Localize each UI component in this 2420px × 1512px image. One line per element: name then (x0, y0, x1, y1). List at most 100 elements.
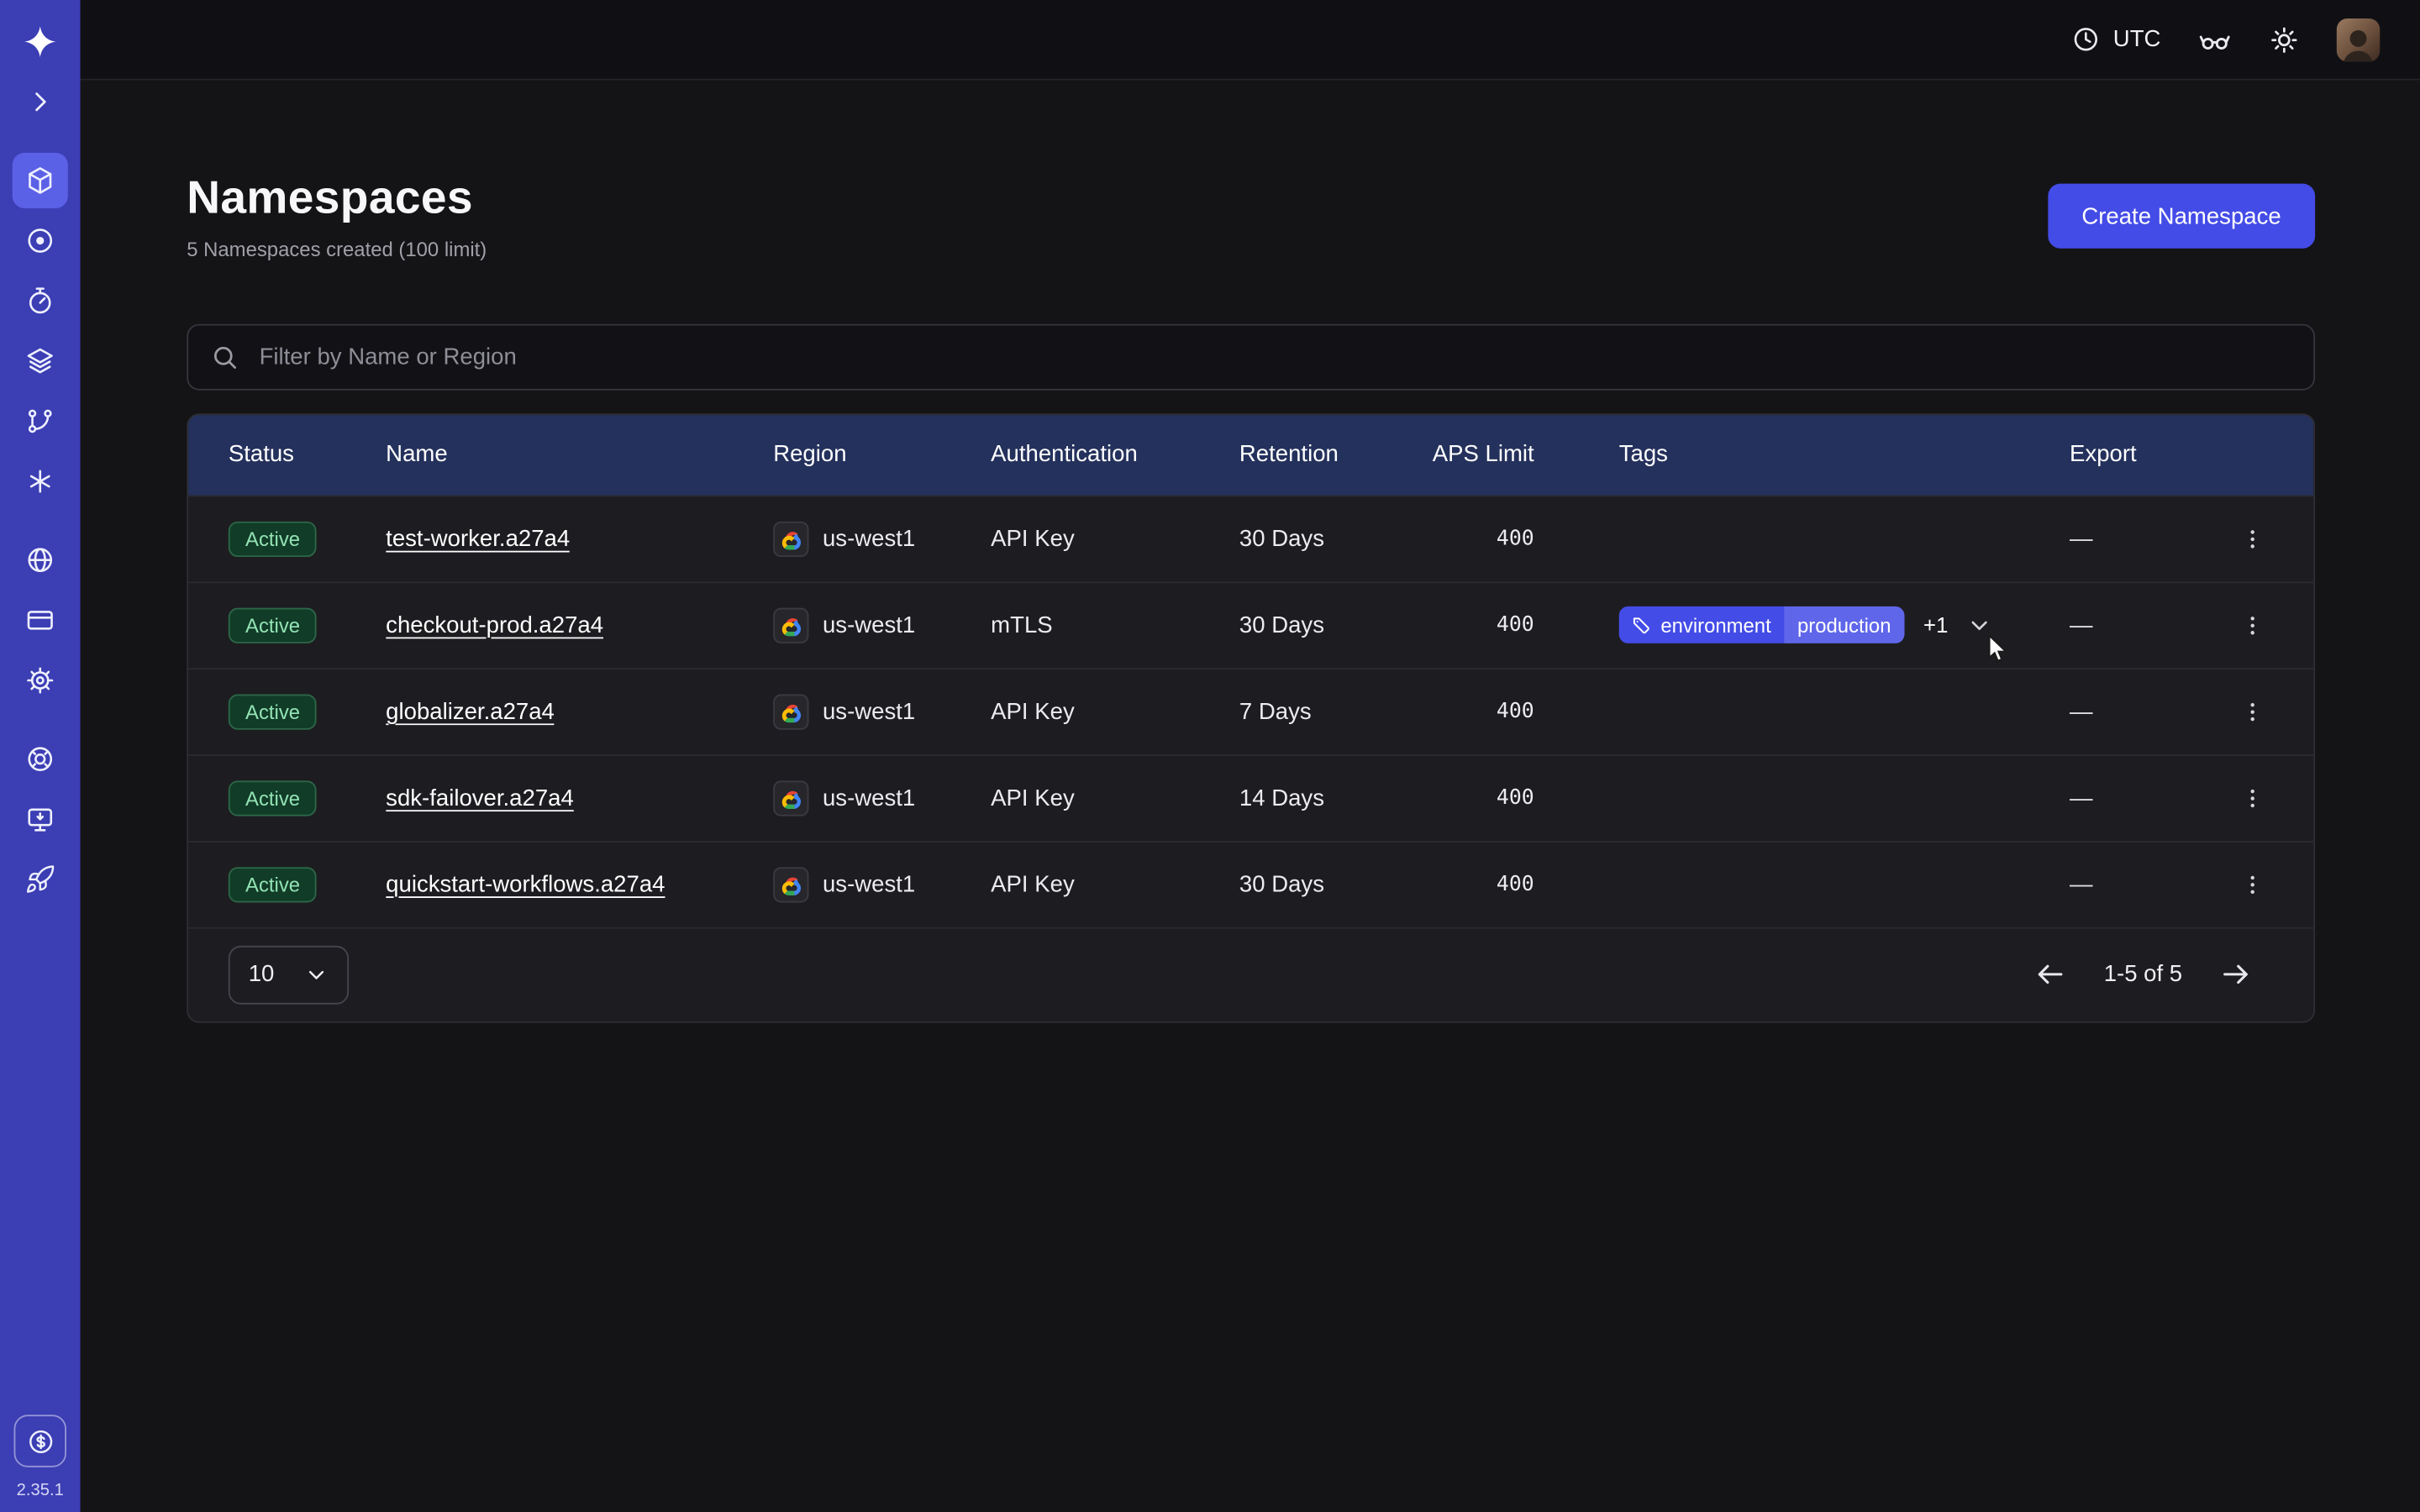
sun-icon[interactable] (2269, 24, 2300, 55)
sidebar-item-connectivity[interactable] (13, 454, 68, 509)
previous-page-button[interactable] (2034, 958, 2067, 991)
namespace-link[interactable]: quickstart-workflows.a27a4 (386, 871, 665, 897)
sidebar-item-support[interactable] (13, 732, 68, 787)
retention-cell: 30 Days (1239, 612, 1431, 638)
auth-cell: API Key (991, 698, 1239, 724)
export-cell: — (2070, 612, 2208, 638)
timezone-selector[interactable]: UTC (2071, 24, 2160, 54)
gcp-icon (773, 780, 808, 815)
page-size-value: 10 (249, 961, 275, 987)
gcp-icon (773, 521, 808, 556)
row-menu-button[interactable] (2230, 864, 2275, 903)
tags-cell: environment production +1 (1619, 606, 2070, 643)
sidebar-item-layers[interactable] (13, 333, 68, 389)
aps-cell: 400 (1431, 699, 1619, 723)
page-header: Namespaces 5 Namespaces created (100 lim… (187, 173, 2315, 260)
row-menu-button[interactable] (2230, 692, 2275, 731)
sidebar-item-settings[interactable] (13, 653, 68, 708)
sidebar-item-regions[interactable] (13, 533, 68, 588)
create-namespace-button[interactable]: Create Namespace (2048, 184, 2315, 249)
gcp-icon (773, 866, 808, 901)
gcp-icon (773, 607, 808, 643)
sidebar-item-nexus[interactable] (13, 213, 68, 268)
column-tags: Tags (1619, 441, 2070, 467)
next-page-button[interactable] (2219, 958, 2252, 991)
usage-icon[interactable] (14, 1415, 66, 1467)
export-cell: — (2070, 871, 2208, 897)
table-row: Active checkout-prod.a27a4 us-west1 mTLS… (188, 581, 2313, 668)
search-icon (210, 342, 239, 371)
namespace-link[interactable]: test-worker.a27a4 (386, 525, 570, 551)
namespace-link[interactable]: sdk-failover.a27a4 (386, 785, 574, 811)
temporal-logo-icon[interactable] (13, 14, 68, 70)
sidebar-expand-chevron-icon[interactable] (13, 74, 68, 129)
table-row: Active sdk-failover.a27a4 us-west1 API K… (188, 753, 2313, 840)
page-title: Namespaces (187, 173, 487, 226)
aps-cell: 400 (1431, 872, 1619, 896)
main-content: Namespaces 5 Namespaces created (100 lim… (81, 81, 2420, 1512)
aps-cell: 400 (1431, 612, 1619, 637)
region-label: us-west1 (823, 525, 915, 551)
avatar[interactable] (2337, 18, 2380, 60)
filter-input[interactable] (256, 342, 2292, 371)
page-size-select[interactable]: 10 (229, 945, 349, 1004)
namespace-link[interactable]: globalizer.a27a4 (386, 698, 555, 724)
retention-cell: 30 Days (1239, 525, 1431, 551)
retention-cell: 30 Days (1239, 871, 1431, 897)
auth-cell: mTLS (991, 612, 1239, 638)
app-window: 2.35.1 UTC Namespaces 5 Namespaces creat… (0, 0, 2420, 1512)
column-authentication: Authentication (991, 441, 1239, 467)
column-region: Region (773, 441, 991, 467)
tag-value-label: production (1783, 606, 1905, 643)
gcp-icon (773, 694, 808, 729)
status-badge: Active (229, 780, 317, 815)
sidebar-item-schedules[interactable] (13, 273, 68, 328)
tag-key-label: environment (1660, 613, 1770, 637)
sidebar-item-billing[interactable] (13, 592, 68, 648)
namespaces-table: Status Name Region Authentication Retent… (187, 412, 2315, 1022)
topbar: UTC (81, 0, 2420, 81)
aps-cell: 400 (1431, 785, 1619, 810)
pagination-range: 1-5 of 5 (2104, 961, 2182, 987)
status-badge: Active (229, 694, 317, 729)
sidebar: 2.35.1 (0, 0, 81, 1512)
column-name: Name (386, 441, 773, 467)
table-body: Active test-worker.a27a4 us-west1 API Ke… (188, 495, 2313, 927)
page-subtitle: 5 Namespaces created (100 limit) (187, 237, 487, 260)
export-cell: — (2070, 525, 2208, 551)
table-row: Active quickstart-workflows.a27a4 us-wes… (188, 840, 2313, 927)
tag-chip[interactable]: environment production (1619, 606, 1905, 643)
region-label: us-west1 (823, 785, 915, 811)
retention-cell: 14 Days (1239, 785, 1431, 811)
region-label: us-west1 (823, 871, 915, 897)
row-menu-button[interactable] (2230, 519, 2275, 558)
tag-icon (1631, 615, 1651, 635)
table-footer: 10 1-5 of 5 (188, 927, 2313, 1021)
auth-cell: API Key (991, 525, 1239, 551)
export-cell: — (2070, 785, 2208, 811)
glasses-icon[interactable] (2198, 23, 2232, 56)
timezone-label: UTC (2113, 26, 2161, 52)
sidebar-item-quickstart[interactable] (13, 852, 68, 907)
region-label: us-west1 (823, 698, 915, 724)
column-retention: Retention (1239, 441, 1431, 467)
auth-cell: API Key (991, 871, 1239, 897)
status-badge: Active (229, 866, 317, 901)
status-badge: Active (229, 607, 317, 643)
row-menu-button[interactable] (2230, 606, 2275, 644)
pagination: 1-5 of 5 (2034, 958, 2252, 991)
table-header: Status Name Region Authentication Retent… (188, 414, 2313, 495)
status-badge: Active (229, 521, 317, 556)
region-label: us-west1 (823, 612, 915, 638)
retention-cell: 7 Days (1239, 698, 1431, 724)
sidebar-item-namespaces[interactable] (13, 153, 68, 208)
sidebar-item-getting-started[interactable] (13, 791, 68, 847)
row-menu-button[interactable] (2230, 779, 2275, 817)
namespace-link[interactable]: checkout-prod.a27a4 (386, 612, 603, 638)
app-version: 2.35.1 (17, 1481, 64, 1499)
table-row: Active test-worker.a27a4 us-west1 API Ke… (188, 495, 2313, 581)
tags-expand-chevron[interactable] (1966, 612, 1992, 638)
auth-cell: API Key (991, 785, 1239, 811)
sidebar-item-deployments[interactable] (13, 393, 68, 449)
aps-cell: 400 (1431, 526, 1619, 550)
